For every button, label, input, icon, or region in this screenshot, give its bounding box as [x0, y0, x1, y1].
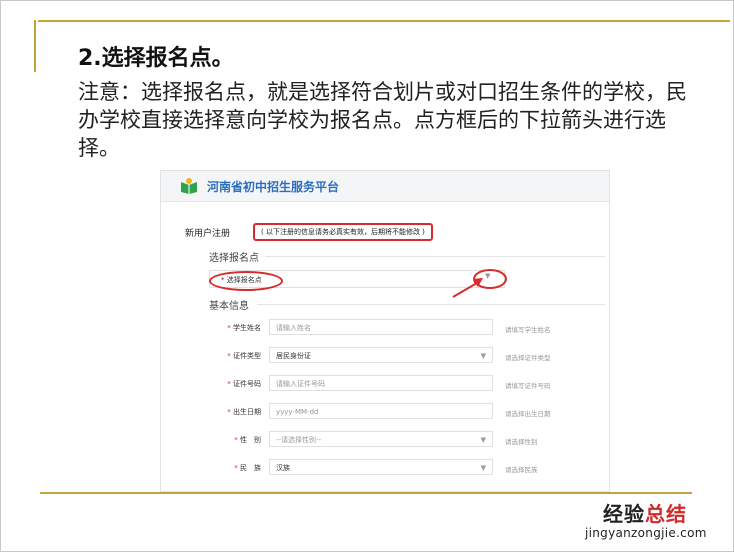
required-mark: * — [234, 436, 238, 444]
field-hint: 请选择民族 — [505, 466, 538, 474]
field-label: * 学生姓名 — [201, 323, 261, 333]
pick-point-placeholder: * 选择报名点 — [221, 276, 262, 284]
required-mark: * — [227, 352, 231, 360]
field-label-text: 民 族 — [240, 464, 261, 472]
form-input[interactable]: 请输入姓名 — [269, 319, 493, 335]
chevron-down-icon[interactable]: ▼ — [481, 432, 486, 448]
register-notice: ( 以下注册的信息请务必真实有效，后期将不能修改 ) — [253, 223, 433, 241]
gold-divider-bottom — [40, 492, 692, 494]
form-select[interactable]: --请选择性别-- ▼ — [269, 431, 493, 447]
site-title: 河南省初中招生服务平台 — [207, 180, 340, 194]
field-label: * 证件号码 — [201, 379, 261, 389]
field-label: * 证件类型 — [201, 351, 261, 361]
section-pick-label: 选择报名点 — [209, 253, 259, 264]
register-label: 新用户注册 — [185, 229, 231, 239]
field-hint: 请填写学生姓名 — [505, 326, 551, 334]
field-hint: 请选择出生日期 — [505, 410, 551, 418]
required-mark: * — [227, 324, 231, 332]
gold-divider-left — [34, 20, 36, 72]
watermark-cn: 经验总结 — [603, 502, 687, 526]
slide-description: 注意：选择报名点，就是选择符合划片或对口招生条件的学校，民办学校直接选择意向学校… — [78, 80, 687, 160]
form-select[interactable]: 汉族 ▼ — [269, 459, 493, 475]
chevron-down-icon[interactable]: ▼ — [481, 460, 486, 476]
book-logo-icon — [181, 178, 197, 194]
watermark-url: jingyanzongjie.com — [585, 526, 707, 540]
field-value: 汉族 — [276, 464, 290, 472]
field-label-text: 学生姓名 — [233, 324, 261, 332]
field-value: --请选择性别-- — [276, 436, 322, 444]
form-input[interactable]: 请输入证件号码 — [269, 375, 493, 391]
section-basic-label: 基本信息 — [209, 301, 249, 312]
field-label-text: 性 别 — [240, 436, 261, 444]
field-label-text: 证件号码 — [233, 380, 261, 388]
slide-heading: 2.选择报名点。 — [78, 46, 234, 71]
registration-screenshot: 河南省初中招生服务平台 新用户注册 ( 以下注册的信息请务必真实有效，后期将不能… — [160, 170, 610, 492]
site-header: 河南省初中招生服务平台 — [161, 171, 609, 202]
red-arrow-icon — [452, 278, 483, 298]
field-label: * 民 族 — [201, 463, 261, 473]
field-hint: 请选择证件类型 — [505, 354, 551, 362]
required-mark: * — [234, 464, 238, 472]
field-value: 居民身份证 — [276, 352, 311, 360]
field-value: 请输入姓名 — [276, 324, 311, 332]
field-label: * 性 别 — [201, 435, 261, 445]
field-hint: 请选择性别 — [505, 438, 538, 446]
field-hint: 请填写证件号码 — [505, 382, 551, 390]
chevron-down-icon[interactable]: ▼ — [481, 348, 486, 364]
field-label-text: 出生日期 — [233, 408, 261, 416]
field-value: yyyy-MM-dd — [276, 408, 319, 416]
required-mark: * — [227, 408, 231, 416]
field-value: 请输入证件号码 — [276, 380, 325, 388]
section-divider — [265, 256, 605, 257]
field-label: * 出生日期 — [201, 407, 261, 417]
section-divider — [257, 304, 605, 305]
form-input[interactable]: yyyy-MM-dd — [269, 403, 493, 419]
watermark-logo: 经验总结 jingyanzongjie.com — [585, 496, 725, 548]
gold-divider-top — [38, 20, 730, 22]
required-mark: * — [227, 380, 231, 388]
form-select[interactable]: 居民身份证 ▼ — [269, 347, 493, 363]
field-label-text: 证件类型 — [233, 352, 261, 360]
